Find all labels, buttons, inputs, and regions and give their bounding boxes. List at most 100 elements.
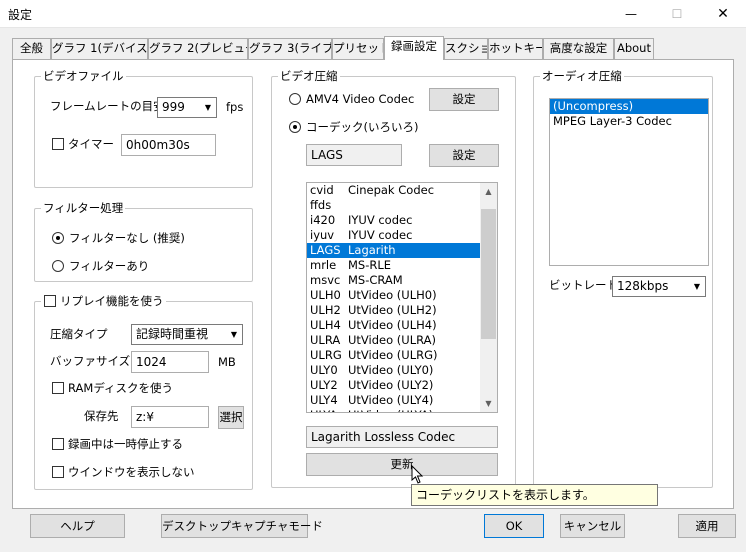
filter-with-radio[interactable] (52, 260, 64, 272)
codec-list-item[interactable]: i420 IYUV codec (307, 213, 497, 228)
framerate-label: フレームレートの目安 (50, 99, 165, 113)
codec-list-item[interactable]: LAGS Lagarith (307, 243, 497, 258)
codec-list-item[interactable]: ULH4 UtVideo (ULH4) (307, 318, 497, 333)
framerate-value: 999 (162, 100, 185, 114)
codec-code: ULY4 (310, 393, 338, 407)
filter-none-label: フィルターなし (推奨) (69, 231, 185, 245)
amv4-settings-button[interactable]: 設定 (429, 88, 499, 111)
codec-code: cvid (310, 183, 334, 197)
compression-type-label: 圧縮タイプ (50, 327, 108, 341)
codec-list-item[interactable]: mrle MS-RLE (307, 258, 497, 273)
minimize-icon: — (625, 7, 637, 21)
close-icon: ✕ (717, 6, 729, 22)
codec-list-item[interactable]: ULH0 UtVideo (ULH0) (307, 288, 497, 303)
scroll-up-icon[interactable]: ▲ (480, 183, 497, 200)
close-button[interactable]: ✕ (700, 0, 746, 28)
video-compression-legend: ビデオ圧縮 (278, 69, 340, 83)
tab-hotkey[interactable]: ホットキー (488, 38, 543, 59)
tab-graph2[interactable]: グラフ 2(プレビュー) (148, 38, 248, 59)
desktop-capture-button[interactable]: デスクトップキャプチャモード (161, 514, 323, 538)
replay-group: リプレイ機能を使う 圧縮タイプ 記録時間重視 ▼ バッファサイズ 1024 MB… (34, 294, 253, 490)
scroll-thumb[interactable] (481, 209, 496, 339)
codec-name: UtVideo (ULYA) (348, 408, 433, 412)
hide-window-checkbox[interactable] (52, 466, 64, 478)
audio-compression-group: オーディオ圧縮 (Uncompress) MPEG Layer-3 Codec … (533, 69, 713, 488)
codec-code: ULRA (310, 333, 341, 347)
tab-screenshot[interactable]: スクショ (444, 38, 488, 59)
compression-type-select[interactable]: 記録時間重視 ▼ (131, 324, 243, 345)
codec-code: LAGS (310, 243, 341, 257)
replay-checkbox[interactable] (44, 295, 56, 307)
codec-name: UtVideo (ULH2) (348, 303, 437, 317)
chevron-down-icon: ▼ (689, 277, 705, 296)
title-bar: 設定 — ☐ ✕ (0, 0, 746, 28)
maximize-button[interactable]: ☐ (654, 0, 700, 28)
scroll-down-icon[interactable]: ▼ (480, 395, 497, 412)
save-to-label: 保存先 (84, 409, 119, 423)
tab-preset[interactable]: プリセット (332, 38, 384, 59)
ok-button[interactable]: OK (484, 514, 544, 538)
filter-legend: フィルター処理 (41, 201, 126, 215)
codec-list-item[interactable]: ULRG UtVideo (ULRG) (307, 348, 497, 363)
window-title: 設定 (8, 8, 33, 22)
apply-button[interactable]: 適用 (678, 514, 736, 538)
ramdisk-label: RAMディスクを使う (68, 381, 174, 395)
audio-codec-item[interactable]: MPEG Layer-3 Codec (550, 114, 708, 129)
help-button[interactable]: ヘルプ (30, 514, 125, 538)
tooltip: コーデックリストを表示します。 (411, 484, 658, 506)
timer-input[interactable]: 0h00m30s (121, 134, 216, 156)
chevron-down-icon: ▼ (226, 325, 242, 344)
tab-advanced[interactable]: 高度な設定 (543, 38, 614, 59)
codec-list-item[interactable]: ULY0 UtVideo (ULY0) (307, 363, 497, 378)
codec-list-item[interactable]: ULYA UtVideo (ULYA) (307, 408, 497, 412)
compression-type-value: 記録時間重視 (136, 327, 209, 341)
codec-code: ffds (310, 198, 332, 212)
codec-code: ULY2 (310, 378, 338, 392)
codec-list-item[interactable]: ULRA UtVideo (ULRA) (307, 333, 497, 348)
buffer-size-input[interactable]: 1024 (131, 351, 209, 373)
minimize-button[interactable]: — (608, 0, 654, 28)
select-folder-button[interactable]: 選択 (218, 406, 244, 429)
cancel-button[interactable]: キャンセル (560, 514, 625, 538)
buffer-size-label: バッファサイズ (50, 354, 131, 368)
save-path-input[interactable]: z:¥ (131, 406, 209, 428)
video-compression-group: ビデオ圧縮 AMV4 Video Codec 設定 コーデック(いろいろ) LA… (271, 69, 516, 488)
update-codec-list-button[interactable]: 更新 (306, 453, 498, 476)
codec-name: UtVideo (ULY4) (348, 393, 434, 407)
codec-list[interactable]: cvid Cinepak Codec ffds i420 IYUV codec iyuv I… (306, 182, 498, 413)
tab-recording[interactable]: 録画設定 (384, 36, 444, 60)
pause-label: 録画中は一時停止する (68, 437, 183, 451)
tab-graph3[interactable]: グラフ 3(ライブ) (248, 38, 332, 59)
codec-radio[interactable] (289, 121, 301, 133)
replay-legend: リプレイ機能を使う (41, 294, 166, 308)
ramdisk-checkbox[interactable] (52, 382, 64, 394)
codec-list-scrollbar[interactable]: ▲ ▼ (480, 183, 497, 412)
tab-about[interactable]: About (614, 38, 654, 59)
codec-name: UtVideo (ULH4) (348, 318, 437, 332)
codec-code: ULYA (310, 408, 342, 412)
amv4-radio[interactable] (289, 93, 301, 105)
codec-list-item[interactable]: ULY4 UtVideo (ULY4) (307, 393, 497, 408)
tab-general[interactable]: 全般 (12, 38, 51, 59)
codec-list-item[interactable]: msvc MS-CRAM (307, 273, 497, 288)
tab-panel: ビデオファイル フレームレートの目安 999 ▼ fps タイマー 0h00m3… (12, 59, 734, 509)
codec-list-item[interactable]: ffds (307, 198, 497, 213)
codec-list-item[interactable]: ULY2 UtVideo (ULY2) (307, 378, 497, 393)
codec-description-field: Lagarith Lossless Codec (306, 426, 498, 448)
codec-list-item[interactable]: ULH2 UtVideo (ULH2) (307, 303, 497, 318)
chevron-down-icon: ▼ (200, 98, 216, 117)
bitrate-select[interactable]: 128kbps ▼ (612, 276, 706, 297)
tab-graph1[interactable]: グラフ 1(デバイス) (51, 38, 148, 59)
framerate-select[interactable]: 999 ▼ (157, 97, 217, 118)
codec-name: MS-RLE (348, 258, 392, 272)
audio-codec-item[interactable]: (Uncompress) (550, 99, 708, 114)
codec-code: ULH2 (310, 303, 341, 317)
codec-list-item[interactable]: cvid Cinepak Codec (307, 183, 497, 198)
codec-list-item[interactable]: iyuv IYUV codec (307, 228, 497, 243)
pause-checkbox[interactable] (52, 438, 64, 450)
filter-none-radio[interactable] (52, 232, 64, 244)
codec-settings-button[interactable]: 設定 (429, 144, 499, 167)
codec-code: mrle (310, 258, 337, 272)
timer-checkbox[interactable] (52, 138, 64, 150)
audio-codec-list[interactable]: (Uncompress) MPEG Layer-3 Codec (549, 98, 709, 266)
